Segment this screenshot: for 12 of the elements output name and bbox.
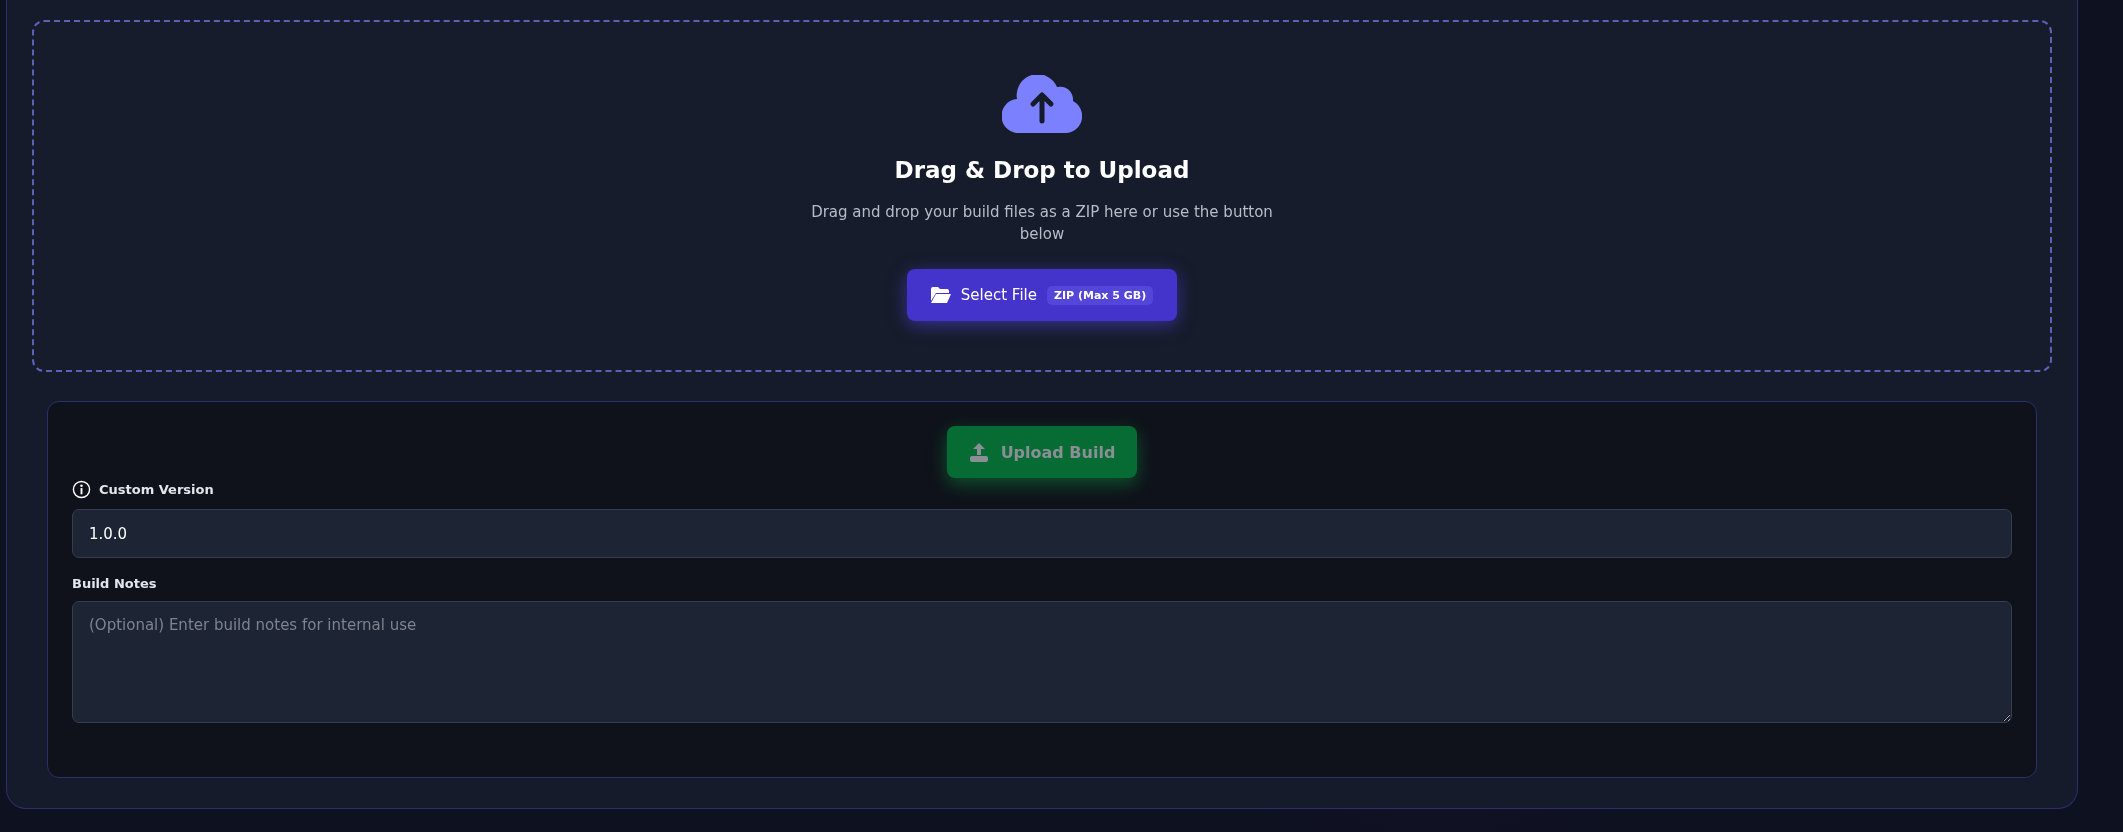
- version-field[interactable]: 1.0.0: [72, 509, 2012, 558]
- info-icon: [72, 480, 91, 499]
- upload-icon: [968, 442, 989, 462]
- select-file-button[interactable]: Select File ZIP (Max 5 GB): [906, 269, 1178, 321]
- cloud-upload-icon: [1002, 75, 1082, 133]
- field-label: Build Notes: [72, 576, 157, 591]
- file-limit-badge: ZIP (Max 5 GB): [1046, 285, 1154, 305]
- dropzone-description: Drag and drop your build files as a ZIP here or use the button below: [810, 202, 1274, 245]
- folder-icon: [930, 287, 951, 303]
- field-label: Custom Version: [99, 482, 214, 497]
- dropzone-title: Drag & Drop to Upload: [894, 157, 1190, 183]
- notes-field[interactable]: (Optional) Enter build notes for internal use: [72, 601, 2012, 723]
